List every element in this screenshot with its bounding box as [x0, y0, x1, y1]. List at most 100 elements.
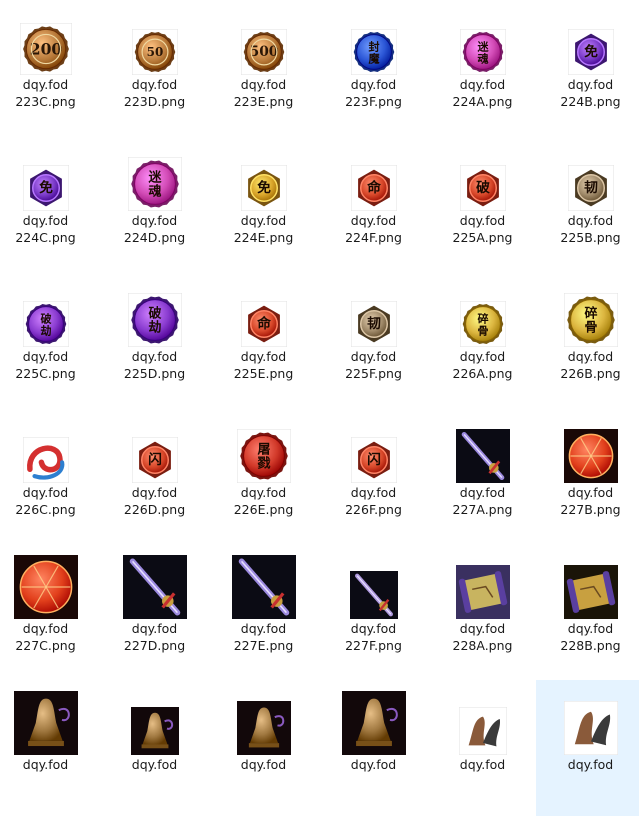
file-item[interactable]: dqy.fod	[100, 680, 209, 816]
coin-icon: 50	[131, 29, 178, 75]
file-name-line-2: 224D.png	[123, 230, 186, 245]
icon-caption: 命	[256, 315, 271, 332]
icon-caption: 韧	[367, 315, 381, 332]
file-item[interactable]: 免 dqy.fod 224C.png	[0, 136, 100, 272]
coin-icon: 500	[240, 29, 287, 75]
file-name: dqy.fod	[0, 756, 100, 773]
icon-caption: 破	[476, 179, 490, 196]
file-name-line-2: 224E.png	[233, 230, 294, 245]
file-name: dqy.fod 227F.png	[319, 620, 428, 654]
file-name-line-1: dqy.fod	[459, 77, 506, 92]
file-item[interactable]: dqy.fod	[0, 680, 100, 816]
file-item[interactable]: dqy.fod 228A.png	[428, 544, 537, 680]
file-item[interactable]: 破劫 dqy.fod 225C.png	[0, 272, 100, 408]
file-item[interactable]: dqy.fod 227D.png	[100, 544, 209, 680]
file-item[interactable]: 碎骨 dqy.fod 226B.png	[536, 272, 639, 408]
file-name-line-1: dqy.fod	[131, 349, 178, 364]
file-item[interactable]: 命 dqy.fod 224F.png	[319, 136, 428, 272]
icon-caption: 碎骨	[584, 305, 597, 335]
file-item[interactable]: dqy.fod 227B.png	[536, 408, 639, 544]
file-item[interactable]: 500 dqy.fod 223E.png	[209, 0, 318, 136]
icon-caption: 50	[146, 45, 163, 59]
file-thumbnail: 碎骨	[428, 272, 537, 347]
file-thumbnail: 免	[0, 136, 100, 211]
file-name-line-2: 225A.png	[452, 230, 513, 245]
file-name: dqy.fod	[100, 756, 209, 773]
file-name-line-2: 226C.png	[15, 502, 76, 517]
file-name-line-1: dqy.fod	[22, 77, 69, 92]
file-item[interactable]: dqy.fod 227C.png	[0, 544, 100, 680]
hex-icon: 韧	[350, 301, 397, 347]
file-item[interactable]: dqy.fod	[319, 680, 428, 816]
file-name: dqy.fod 228B.png	[536, 620, 639, 654]
file-item[interactable]: 闪 dqy.fod 226D.png	[100, 408, 209, 544]
file-item[interactable]: 免 dqy.fod 224B.png	[536, 0, 639, 136]
file-thumbnail: 命	[209, 272, 318, 347]
file-name-line-2: 223E.png	[233, 94, 294, 109]
file-name-line-2: 228B.png	[560, 638, 621, 653]
file-name-line-2: 225D.png	[123, 366, 186, 381]
coin-icon: 碎骨	[459, 301, 506, 347]
file-name: dqy.fod 227E.png	[209, 620, 318, 654]
file-item[interactable]: 免 dqy.fod 224E.png	[209, 136, 318, 272]
file-name-line-2: 225C.png	[15, 366, 76, 381]
coin-icon: 迷魂	[459, 29, 506, 75]
file-item[interactable]: 200 dqy.fod 223C.png	[0, 0, 100, 136]
icon-caption: 迷魂	[147, 169, 162, 199]
file-thumbnail	[209, 680, 318, 755]
file-name: dqy.fod 227B.png	[536, 484, 639, 518]
file-item[interactable]: 封魔 dqy.fod 223F.png	[319, 0, 428, 136]
file-item[interactable]: 碎骨 dqy.fod 226A.png	[428, 272, 537, 408]
file-item[interactable]: dqy.fod 227A.png	[428, 408, 537, 544]
file-name: dqy.fod 224A.png	[428, 76, 537, 110]
file-name-line-2: 224F.png	[345, 230, 402, 245]
file-thumbnail	[319, 544, 428, 619]
file-thumbnail	[100, 680, 209, 755]
file-name: dqy.fod 227C.png	[0, 620, 100, 654]
file-thumbnail	[0, 680, 100, 755]
file-item[interactable]: dqy.fod	[209, 680, 318, 816]
coin-icon: 破劫	[127, 293, 182, 347]
file-name-line-2: 225E.png	[233, 366, 294, 381]
file-item[interactable]: dqy.fod 226C.png	[0, 408, 100, 544]
scroll-icon	[563, 565, 618, 619]
icon-caption: 破劫	[148, 305, 161, 335]
hex-icon: 免	[567, 29, 614, 75]
file-item[interactable]: dqy.fod	[536, 680, 639, 816]
file-name: dqy.fod 225F.png	[319, 348, 428, 382]
file-item[interactable]: 屠戮 dqy.fod 226E.png	[209, 408, 318, 544]
file-item[interactable]: dqy.fod 228B.png	[536, 544, 639, 680]
file-item[interactable]: 命 dqy.fod 225E.png	[209, 272, 318, 408]
file-name: dqy.fod 223C.png	[0, 76, 100, 110]
icon-caption: 韧	[584, 179, 598, 196]
file-item[interactable]: 韧 dqy.fod 225B.png	[536, 136, 639, 272]
file-item[interactable]: 破 dqy.fod 225A.png	[428, 136, 537, 272]
file-thumbnail	[536, 680, 639, 755]
file-name-line-1: dqy.fod	[459, 757, 506, 772]
file-item[interactable]: dqy.fod	[428, 680, 537, 816]
file-name-line-2: 227E.png	[233, 638, 294, 653]
file-thumbnail: 200	[0, 0, 100, 75]
file-name: dqy.fod 225D.png	[100, 348, 209, 382]
file-thumbnail: 500	[209, 0, 318, 75]
file-name-line-1: dqy.fod	[567, 77, 614, 92]
file-thumbnail: 碎骨	[536, 272, 639, 347]
file-item[interactable]: dqy.fod 227F.png	[319, 544, 428, 680]
file-item[interactable]: 韧 dqy.fod 225F.png	[319, 272, 428, 408]
file-name: dqy.fod	[428, 756, 537, 773]
file-thumbnail	[0, 408, 100, 483]
file-item[interactable]: dqy.fod 227E.png	[209, 544, 318, 680]
file-item[interactable]: 50 dqy.fod 223D.png	[100, 0, 209, 136]
file-item[interactable]: 破劫 dqy.fod 225D.png	[100, 272, 209, 408]
file-item[interactable]: 闪 dqy.fod 226F.png	[319, 408, 428, 544]
file-name-line-1: dqy.fod	[240, 77, 287, 92]
file-name-line-2: 226F.png	[345, 502, 402, 517]
horn-icon	[563, 701, 618, 755]
file-name-line-1: dqy.fod	[350, 757, 397, 772]
hex-icon: 免	[240, 165, 287, 211]
file-item[interactable]: 迷魂 dqy.fod 224D.png	[100, 136, 209, 272]
icon-caption: 200	[29, 40, 62, 59]
file-name-line-2: 223C.png	[15, 94, 76, 109]
file-item[interactable]: 迷魂 dqy.fod 224A.png	[428, 0, 537, 136]
orb-icon	[13, 555, 78, 619]
